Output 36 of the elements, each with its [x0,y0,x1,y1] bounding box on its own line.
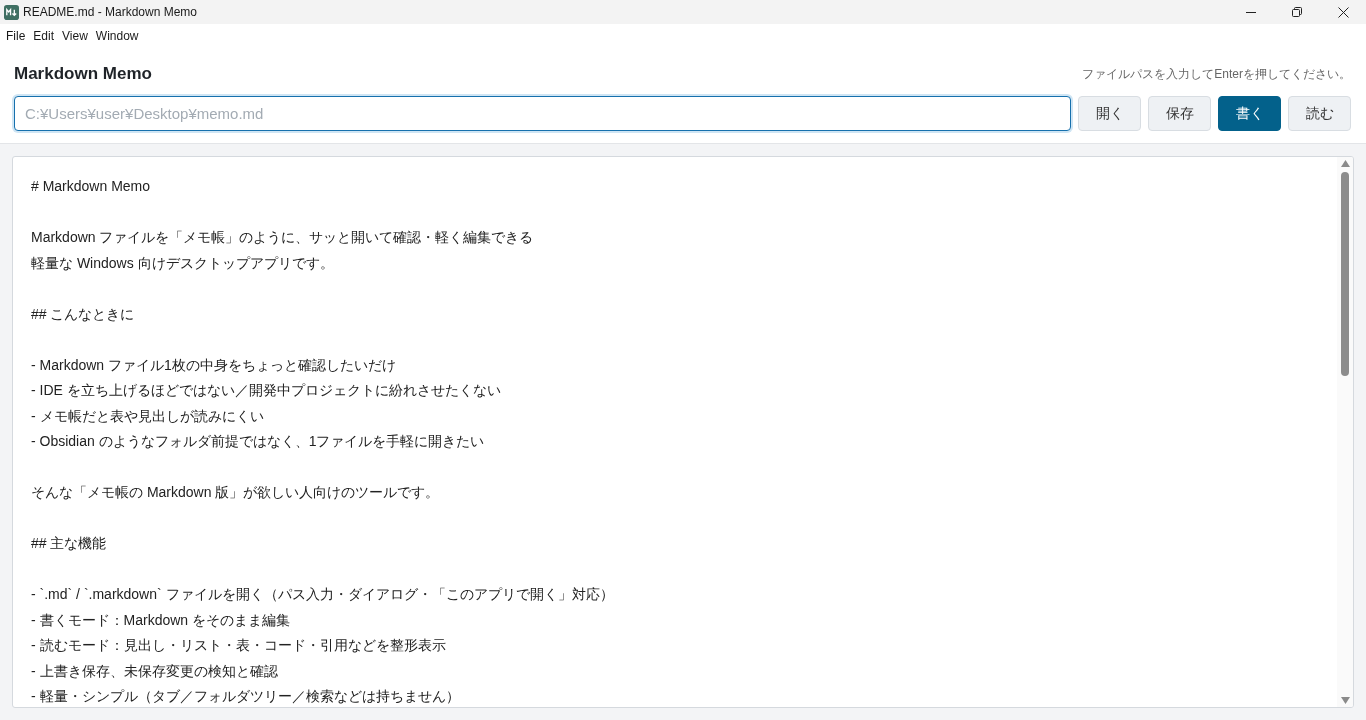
hint-text: ファイルパスを入力してEnterを押してください。 [1082,66,1351,83]
text-line: - 読むモード：見出し・リスト・表・コード・引用などを整形表示 [31,637,446,653]
text-line: Markdown ファイルを「メモ帳」のように、サッと開いて確認・軽く編集できる [31,229,534,245]
text-line: # Markdown Memo [31,178,151,194]
scrollbar-track[interactable] [1337,157,1353,707]
toolbar-button[interactable]: 開く [1078,96,1141,131]
menu-item[interactable]: View [58,25,92,47]
menu-item[interactable]: Window [91,25,143,47]
text-line: - 上書き保存、未保存変更の検知と確認 [31,662,278,679]
toolbar-button[interactable]: 保存 [1148,96,1211,131]
close-icon [1337,6,1349,18]
window-title: README.md - Markdown Memo [23,4,198,21]
minimize-icon [1246,11,1256,13]
text-line: - IDE を立ち上げるほどではない／開発中プロジェクトに紛れさせたくない [31,382,501,398]
text-line: - メモ帳だと表や見出しが読みにくい [31,407,264,424]
text-line: ## 主な機能 [31,535,107,551]
text-line: - 軽量・シンプル（タブ／フォルダツリー／検索などは持ちません） [31,688,460,704]
text-line: - Obsidian のようなフォルダ前提ではなく、1ファイルを手軽に開きたい [31,433,485,449]
text-line: - `.md` / `.markdown` ファイルを開く（パス入力・ダイアログ・「このアプリで開く」対応） [31,586,614,602]
app-heading: Markdown Memo [14,63,152,86]
editor-panel[interactable] [12,156,1354,708]
text-line: そんな「メモ帳の Markdown 版」が欲しい人向けのツールです。 [31,484,440,500]
text-line: ## こんなときに [31,305,135,322]
scroll-up-icon[interactable] [1340,160,1350,167]
toolbar-button[interactable]: 読む [1288,96,1351,131]
text-line: - Markdown ファイル1枚の中身をちょっと確認したいだけ [31,356,396,373]
toolbar-button[interactable]: 書く [1218,96,1281,131]
menu-item[interactable]: Edit [29,25,59,47]
text-line: 軽量な Windows 向けデスクトップアプリです。 [31,254,334,271]
app-logo-icon [4,4,19,20]
text-line: - 書くモード：Markdown をそのまま編集 [31,611,291,628]
menu-item[interactable]: File [2,25,30,47]
path-input-field[interactable]: C:¥Users¥user¥Desktop¥memo.md [14,96,1071,131]
scroll-down-icon[interactable] [1340,697,1350,704]
restore-icon [1292,7,1302,17]
scrollbar-thumb[interactable] [1341,172,1349,376]
